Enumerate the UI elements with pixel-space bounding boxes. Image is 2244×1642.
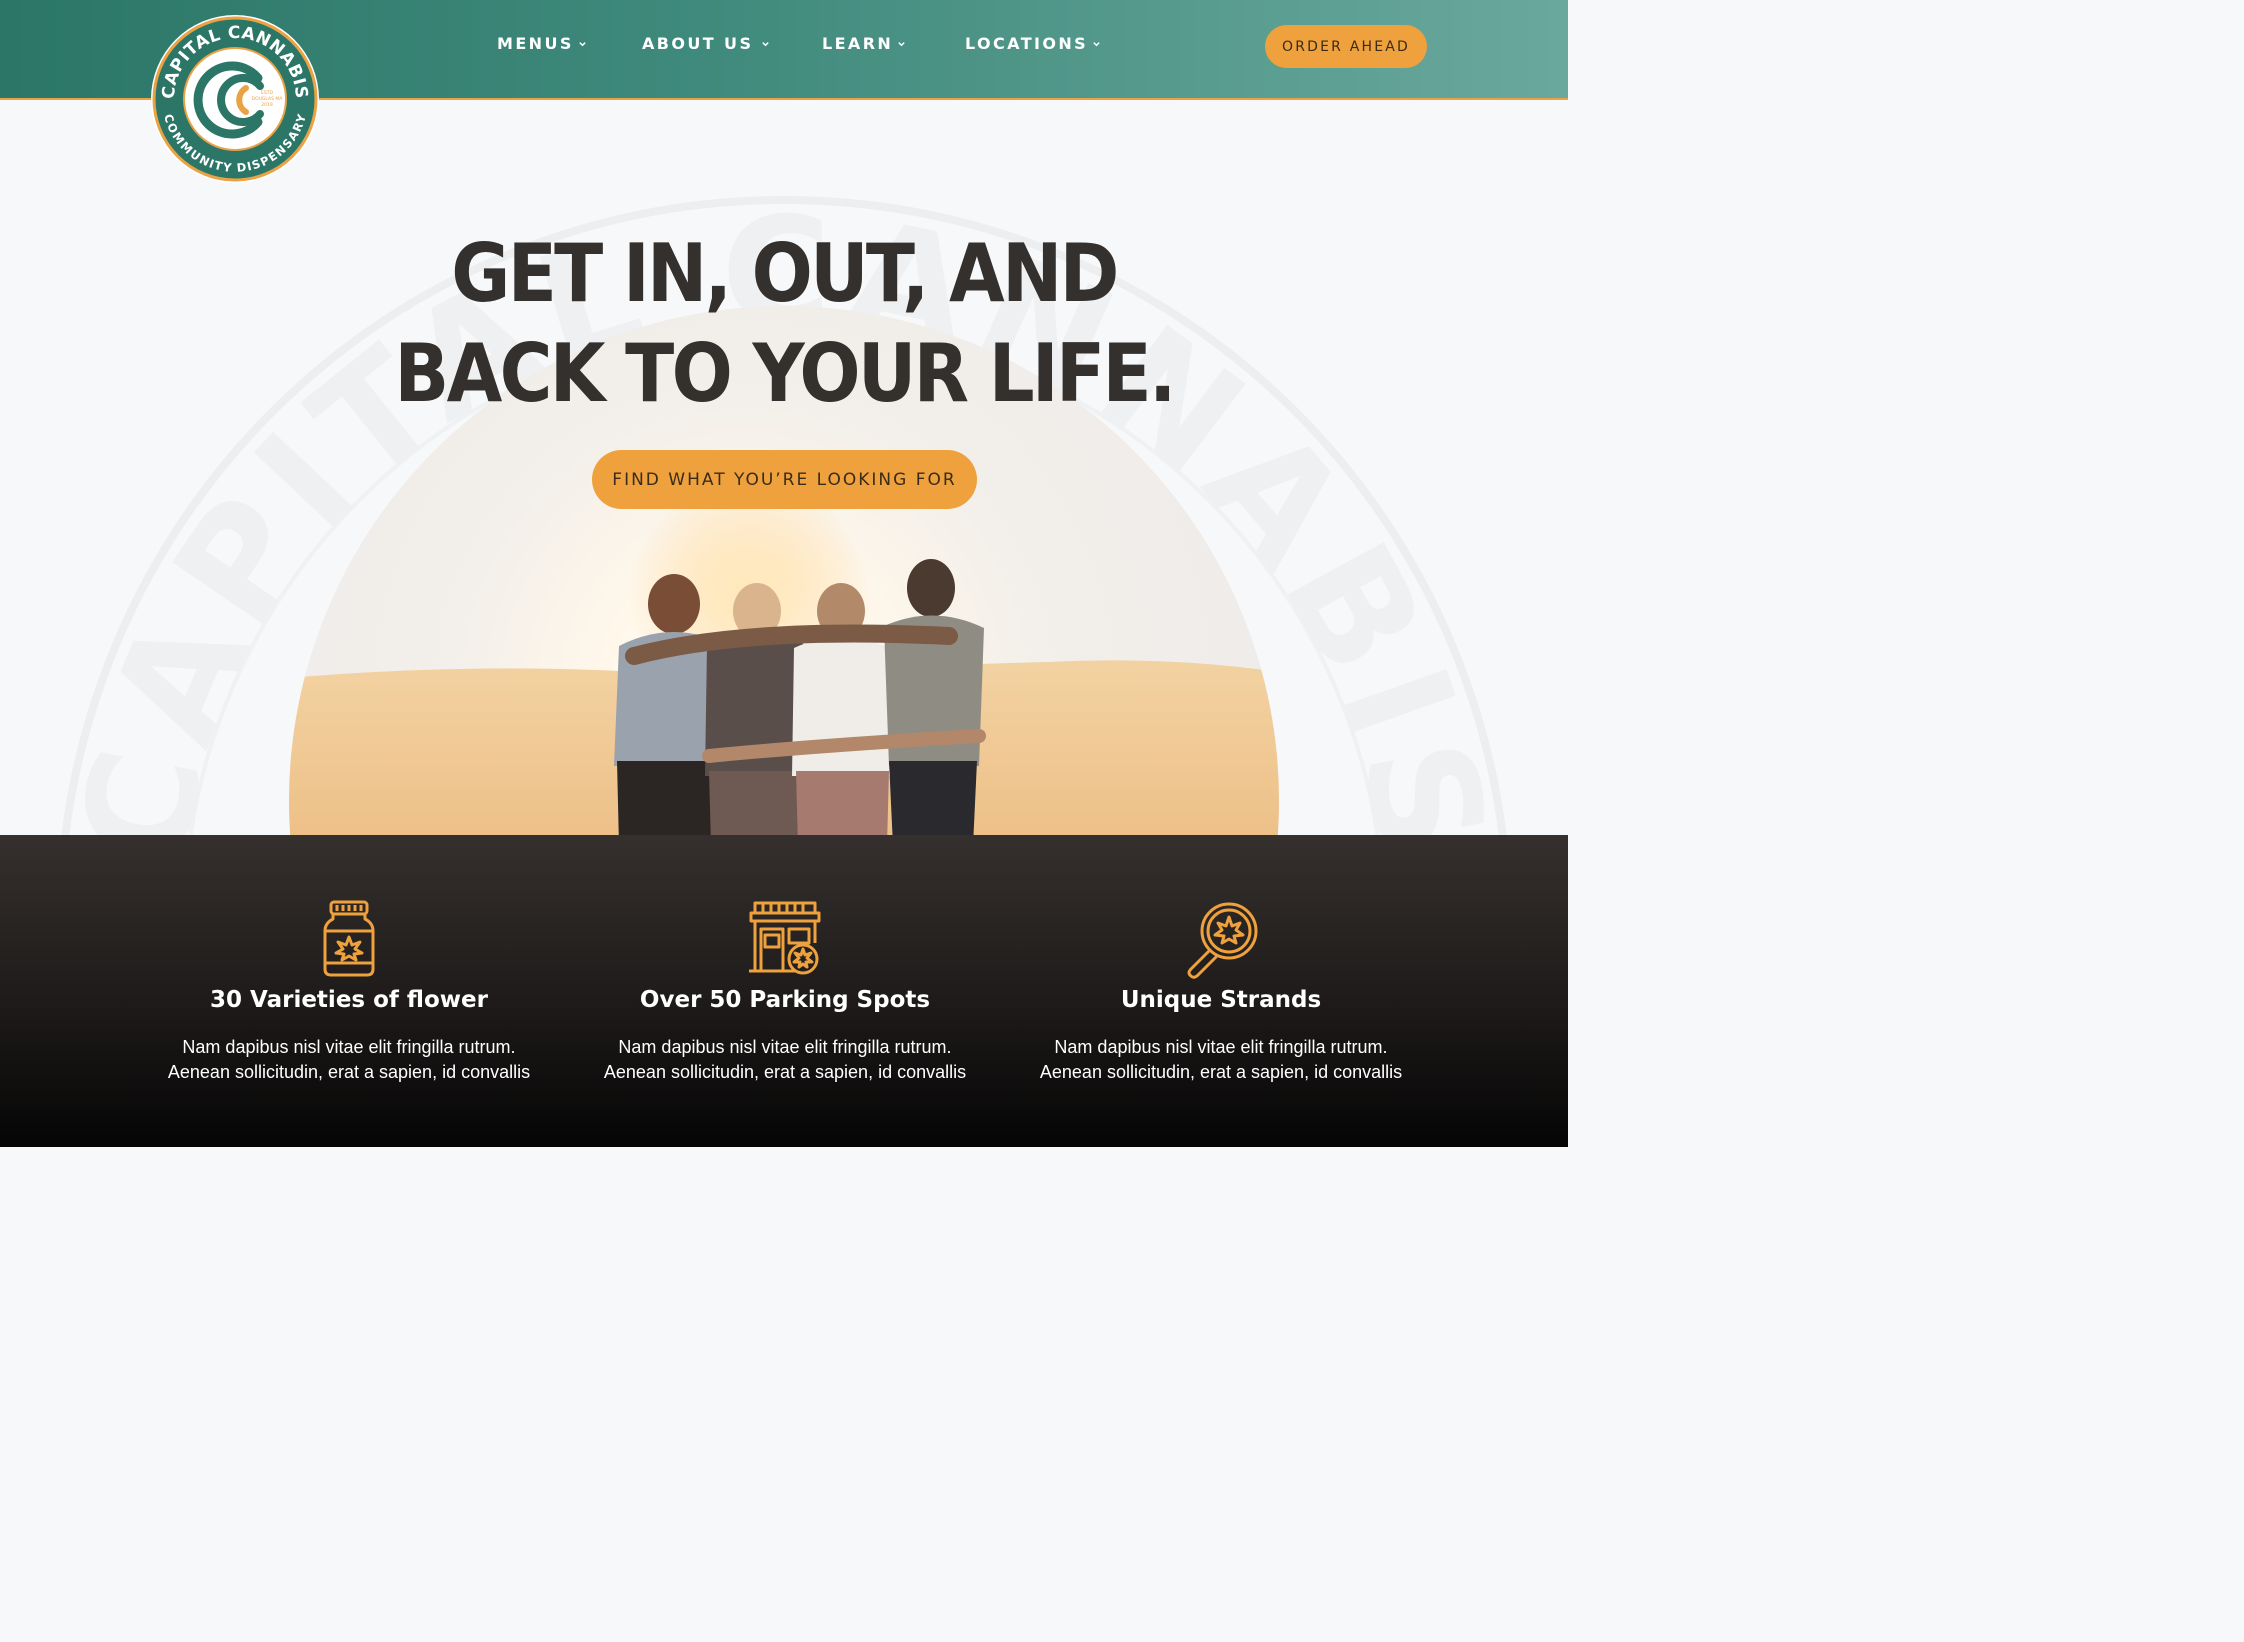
nav-locations[interactable]: LOCATIONS: [965, 34, 1101, 53]
nav-menus[interactable]: MENUS: [497, 34, 587, 53]
feature-title: Unique Strands: [1120, 987, 1322, 1013]
chevron-down-icon: [579, 42, 586, 47]
nav-about-us-label: ABOUT US: [642, 34, 754, 53]
capital-cannabis-logo[interactable]: CAPITAL CANNABIS COMMUNITY DISPENSARY ES…: [150, 14, 320, 184]
chevron-down-icon: [1093, 42, 1100, 47]
logo-est: ESTD: [261, 90, 273, 96]
feature-description-line2: Aenean sollicitudin, erat a sapien, id c…: [167, 1062, 531, 1082]
storefront-icon: [749, 901, 821, 975]
nav-learn-label: LEARN: [822, 34, 894, 53]
nav-learn[interactable]: LEARN: [822, 34, 906, 53]
logo-place: DOUGLAS MA: [252, 96, 284, 102]
hero-headline-line1: GET IN, OUT, AND: [451, 227, 1119, 320]
feature-description-line1: Nam dapibus nisl vitae elit fringilla ru…: [182, 1037, 516, 1057]
chevron-down-icon: [762, 42, 770, 47]
chevron-down-icon: [898, 42, 905, 47]
nav-locations-label: LOCATIONS: [965, 34, 1089, 53]
find-what-youre-looking-for-button[interactable]: FIND WHAT YOU’RE LOOKING FOR: [592, 450, 977, 509]
feature-description: Nam dapibus nisl vitae elit fringilla ru…: [565, 1035, 1005, 1085]
feature-description: Nam dapibus nisl vitae elit fringilla ru…: [1001, 1035, 1441, 1085]
logo-year: 2019: [261, 102, 273, 108]
feature-description: Nam dapibus nisl vitae elit fringilla ru…: [129, 1035, 569, 1085]
feature-title: 30 Varieties of flower: [210, 987, 488, 1013]
order-ahead-button[interactable]: ORDER AHEAD: [1265, 25, 1427, 68]
hero-headline: GET IN, OUT, AND BACK TO YOUR LIFE.: [78, 224, 1489, 424]
feature-description-line2: Aenean sollicitudin, erat a sapien, id c…: [1039, 1062, 1403, 1082]
jar-icon: [323, 900, 375, 977]
feature-description-line2: Aenean sollicitudin, erat a sapien, id c…: [603, 1062, 967, 1082]
features-section: 30 Varieties of flower Nam dapibus nisl …: [0, 835, 1568, 1147]
feature-title: Over 50 Parking Spots: [639, 987, 931, 1013]
nav-menus-label: MENUS: [497, 34, 574, 53]
feature-description-line1: Nam dapibus nisl vitae elit fringilla ru…: [1054, 1037, 1388, 1057]
magnifier-leaf-icon: [1187, 902, 1258, 979]
feature-description-line1: Nam dapibus nisl vitae elit fringilla ru…: [618, 1037, 952, 1057]
hero-headline-line2: BACK TO YOUR LIFE.: [394, 327, 1176, 420]
nav-about-us[interactable]: ABOUT US: [642, 34, 770, 53]
hero-section: CAPITAL CANNABIS GET IN, OUT, AND BACK T…: [0, 100, 1568, 835]
